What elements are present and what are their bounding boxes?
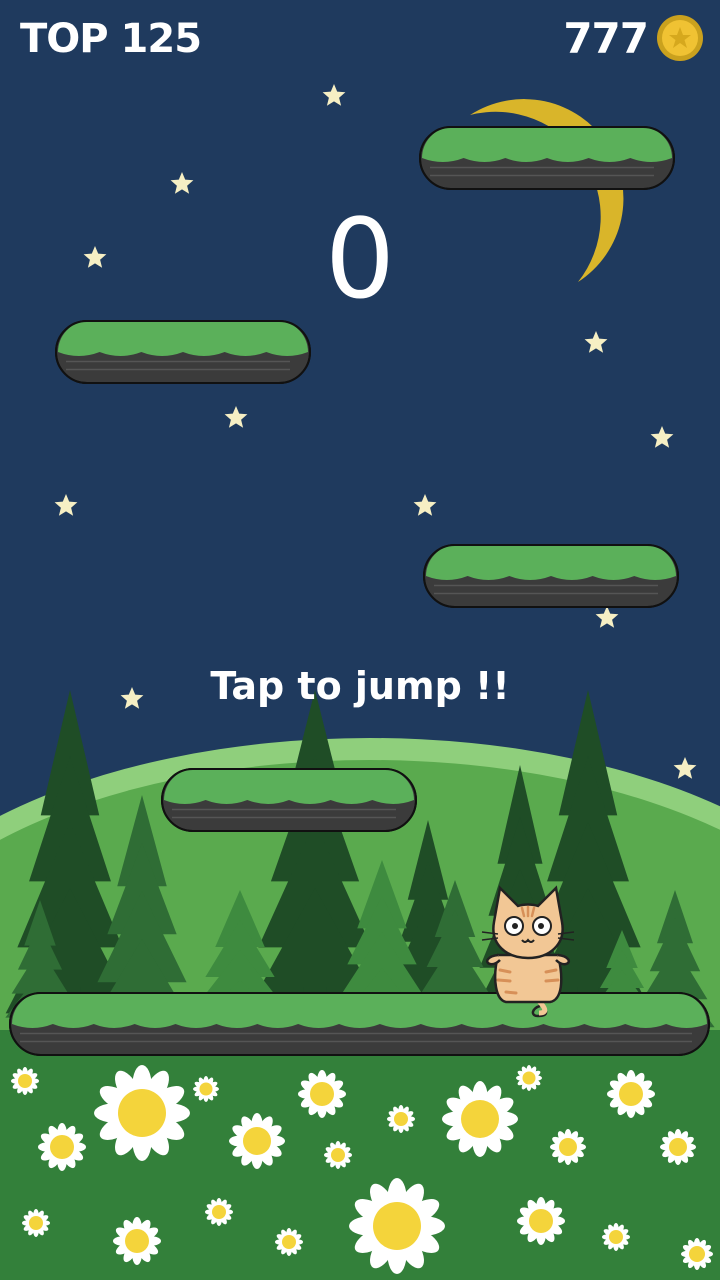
best-score-label: TOP 125 bbox=[20, 16, 202, 62]
star-coin-icon bbox=[657, 15, 703, 61]
tap-to-jump-area[interactable] bbox=[0, 80, 720, 1280]
game-screen[interactable]: TOP 125 777 0 Tap to jump !! bbox=[0, 0, 720, 1280]
coin-count: 777 bbox=[563, 14, 649, 63]
